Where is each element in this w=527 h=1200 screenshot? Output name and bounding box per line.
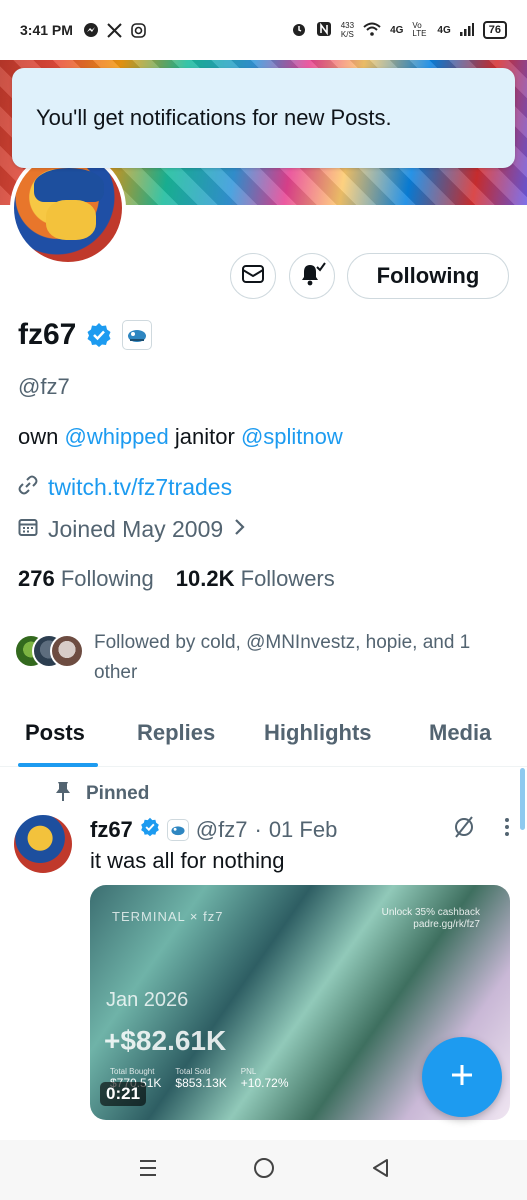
avatar [50, 634, 84, 668]
media-pnl: +$82.61K [104, 1025, 227, 1056]
notifications-button[interactable] [289, 253, 335, 299]
profile-tabs: Posts Replies Highlights Media [0, 710, 527, 767]
home-icon[interactable] [252, 1156, 276, 1185]
bell-check-icon [298, 261, 326, 292]
tab-replies[interactable]: Replies [137, 720, 215, 746]
pinned-label: Pinned [54, 780, 149, 808]
profile-stats: 276 Following 10.2K Followers [18, 566, 335, 592]
followed-by-text: Followed by cold, @MNInvestz, hopie, and… [94, 632, 471, 683]
network-4g-2: 4G [437, 24, 451, 36]
x-logo-icon [107, 22, 123, 38]
profile-name-row: fz67 [18, 318, 153, 352]
media-brand: TERMINAL × fz7 [112, 909, 224, 924]
post-author[interactable]: fz67 [90, 817, 133, 843]
post-text: it was all for nothing [90, 848, 285, 873]
battery-indicator: 76 [482, 21, 507, 39]
website-link[interactable]: twitch.tv/fz7trades [48, 474, 232, 501]
active-tab-indicator [18, 763, 98, 767]
media-promo: Unlock 35% cashback padre.gg/rk/fz7 [381, 907, 480, 930]
bio-mention-whipped[interactable]: @whipped [64, 424, 168, 449]
network-volte: Vo LTE [412, 21, 427, 38]
scrollbar[interactable] [520, 768, 525, 830]
signal-icon [459, 22, 474, 39]
affiliate-badge[interactable] [122, 320, 153, 350]
plus-icon [448, 1061, 476, 1094]
bio-mention-splitnow[interactable]: @splitnow [241, 424, 343, 449]
messenger-icon [83, 22, 99, 38]
followed-by[interactable]: Followed by cold, @MNInvestz, hopie, and… [14, 628, 514, 688]
verified-icon [140, 817, 160, 843]
net-speed: 433 K/S [340, 21, 355, 39]
post-header: fz67 @fz7 · 01 Feb [90, 815, 510, 845]
followed-by-avatars [14, 634, 86, 674]
compose-button[interactable] [422, 1037, 502, 1117]
bio-text-middle: janitor [168, 424, 241, 449]
post-handle[interactable]: @fz7 [196, 817, 248, 843]
mute-icon[interactable] [452, 815, 476, 845]
bio-text: own [18, 424, 65, 449]
message-button[interactable] [230, 253, 276, 299]
instagram-icon [131, 22, 147, 38]
tab-posts[interactable]: Posts [25, 720, 85, 746]
joined-text: Joined May 2009 [48, 516, 224, 542]
profile-website: twitch.tv/fz7trades [18, 474, 232, 501]
status-bar: 3:41 PM 433 K/S 4G Vo LTE 4G 76 [0, 0, 527, 60]
wifi-icon [363, 22, 381, 39]
tab-highlights[interactable]: Highlights [264, 720, 372, 746]
following-button[interactable]: Following [347, 253, 509, 299]
pinned-text: Pinned [86, 783, 150, 804]
followers-stat[interactable]: 10.2K Followers [176, 566, 335, 592]
mail-icon [241, 264, 265, 289]
network-4g: 4G [390, 24, 404, 36]
tab-media[interactable]: Media [429, 720, 491, 746]
back-icon[interactable] [370, 1157, 390, 1184]
menu-icon[interactable] [137, 1157, 159, 1184]
following-stat[interactable]: 276 Following [18, 566, 154, 592]
alarm-icon [291, 21, 307, 40]
post-avatar[interactable] [14, 815, 72, 873]
media-period: Jan 2026 [106, 989, 189, 1011]
profile-handle: @fz7 [18, 374, 70, 399]
verified-icon[interactable] [86, 322, 112, 348]
link-icon [18, 474, 38, 501]
chevron-right-icon [233, 516, 247, 543]
profile-joined[interactable]: Joined May 2009 [18, 516, 247, 543]
nfc-icon [316, 21, 332, 40]
more-icon[interactable] [504, 816, 510, 844]
system-nav-bar [0, 1140, 527, 1200]
post-date[interactable]: 01 Feb [269, 817, 338, 843]
pin-icon [54, 780, 72, 808]
profile-bio: own @whipped janitor @splitnow [18, 424, 343, 450]
status-time: 3:41 PM [20, 22, 73, 38]
post-separator: · [254, 817, 262, 842]
video-duration: 0:21 [100, 1082, 147, 1106]
profile-name: fz67 [18, 318, 77, 351]
calendar-icon [18, 516, 38, 543]
notification-toast: You'll get notifications for new Posts. [12, 68, 515, 168]
affiliate-badge [166, 819, 189, 841]
